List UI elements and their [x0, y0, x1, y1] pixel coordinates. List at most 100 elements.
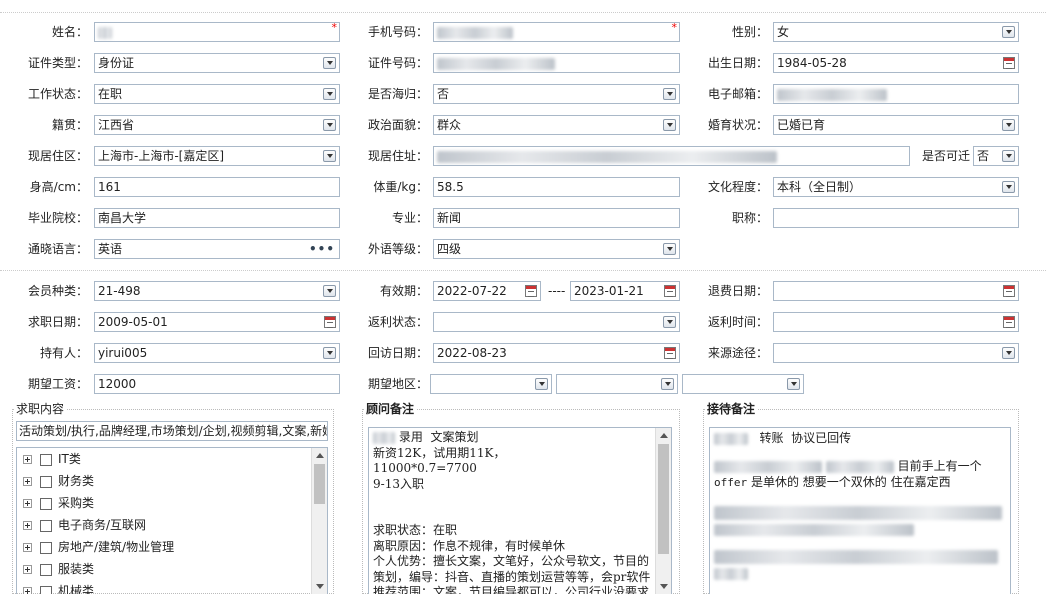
advisor-notes-scrollbar[interactable]	[655, 428, 671, 594]
birth-date-input[interactable]: 1984-05-28	[773, 53, 1019, 73]
relocate-select[interactable]: 否	[973, 146, 1019, 166]
language-input[interactable]: 英语 •••	[94, 239, 340, 259]
dropdown-arrow-icon[interactable]	[661, 378, 674, 390]
major-input[interactable]: 新闻	[433, 208, 680, 228]
tree-item[interactable]: 财务类	[23, 470, 94, 492]
checkbox[interactable]	[40, 541, 52, 554]
dropdown-arrow-icon[interactable]	[535, 378, 548, 390]
advisor-notes-textarea[interactable]: 录用 文案策划 新资12K，试用期11K， 11000*0.7=7700 9-13入职…	[368, 427, 672, 594]
salary-input[interactable]: 12000	[94, 374, 340, 394]
dropdown-arrow-icon[interactable]	[323, 285, 336, 297]
region-city-select[interactable]	[556, 374, 678, 394]
residence-area-label: 现居住区：	[27, 149, 88, 163]
tree-item[interactable]: 机械类	[23, 580, 94, 594]
tree-item[interactable]: 服装类	[23, 558, 94, 580]
more-options-icon[interactable]: •••	[309, 240, 335, 258]
gender-select[interactable]: 女	[773, 22, 1019, 42]
height-input[interactable]: 161	[94, 177, 340, 197]
reception-notes-textarea[interactable]: 转账 协议已回传 目前手上有一个 offer 是单休的 想要一个双休的 住在嘉定…	[709, 427, 1011, 594]
residence-area-select[interactable]: 上海市-上海市-[嘉定区]	[94, 146, 340, 166]
expand-icon[interactable]	[23, 455, 32, 464]
calendar-icon[interactable]	[1003, 285, 1015, 297]
calendar-icon[interactable]	[664, 285, 676, 297]
id-type-value: 身份证	[98, 56, 135, 70]
expand-icon[interactable]	[23, 565, 32, 574]
dropdown-arrow-icon[interactable]	[1002, 26, 1015, 38]
scroll-up-icon[interactable]	[316, 453, 324, 458]
expand-icon[interactable]	[23, 543, 32, 552]
scroll-up-icon[interactable]	[660, 433, 668, 438]
scroll-thumb[interactable]	[314, 464, 325, 504]
work-status-select[interactable]: 在职	[94, 84, 340, 104]
dropdown-arrow-icon[interactable]	[323, 88, 336, 100]
education-select[interactable]: 本科（全日制）	[773, 177, 1019, 197]
visit-date-input[interactable]: 2022-08-23	[433, 343, 680, 363]
calendar-icon[interactable]	[324, 316, 336, 328]
calendar-icon[interactable]	[1003, 316, 1015, 328]
checkbox[interactable]	[40, 563, 52, 576]
expand-icon[interactable]	[23, 477, 32, 486]
member-type-select[interactable]: 21-498	[94, 281, 340, 301]
source-select[interactable]	[773, 343, 1019, 363]
calendar-icon[interactable]	[525, 285, 537, 297]
id-number-input[interactable]	[433, 53, 680, 73]
dropdown-arrow-icon[interactable]	[663, 119, 676, 131]
lang-level-select[interactable]: 四级	[433, 239, 680, 259]
calendar-icon[interactable]	[664, 347, 676, 359]
address-input[interactable]	[433, 146, 910, 166]
validity-end-input[interactable]: 2023-01-21	[570, 281, 680, 301]
dropdown-arrow-icon[interactable]	[323, 150, 336, 162]
validity-start-input[interactable]: 2022-07-22	[433, 281, 541, 301]
refund-date-input[interactable]	[773, 281, 1019, 301]
scroll-down-icon[interactable]	[660, 584, 668, 589]
expand-icon[interactable]	[23, 587, 32, 594]
political-select[interactable]: 群众	[433, 115, 680, 135]
expand-icon[interactable]	[23, 499, 32, 508]
id-type-select[interactable]: 身份证	[94, 53, 340, 73]
checkbox[interactable]	[40, 519, 52, 532]
dropdown-arrow-icon[interactable]	[1002, 119, 1015, 131]
school-input[interactable]: 南昌大学	[94, 208, 340, 228]
email-input[interactable]	[773, 84, 1019, 104]
dropdown-arrow-icon[interactable]	[323, 347, 336, 359]
phone-input[interactable]: *	[433, 22, 680, 42]
dropdown-arrow-icon[interactable]	[1002, 150, 1015, 162]
dropdown-arrow-icon[interactable]	[323, 119, 336, 131]
region-province-select[interactable]	[430, 374, 552, 394]
scroll-down-icon[interactable]	[316, 584, 324, 589]
dropdown-arrow-icon[interactable]	[663, 88, 676, 100]
job-category-tree[interactable]: IT类 财务类 采购类 电子商务/互联网 房地产/建筑/物业管理 服装类 机械类	[16, 447, 328, 594]
dropdown-arrow-icon[interactable]	[323, 57, 336, 69]
rebate-time-input[interactable]	[773, 312, 1019, 332]
checkbox[interactable]	[40, 497, 52, 510]
tree-item[interactable]: 电子商务/互联网	[23, 514, 146, 536]
checkbox[interactable]	[40, 585, 52, 594]
tree-item[interactable]: IT类	[23, 448, 81, 470]
rebate-status-select[interactable]	[433, 312, 680, 332]
scroll-thumb[interactable]	[658, 444, 669, 554]
tree-item[interactable]: 采购类	[23, 492, 94, 514]
expand-icon[interactable]	[23, 521, 32, 530]
dropdown-arrow-icon[interactable]	[663, 243, 676, 255]
overseas-select[interactable]: 否	[433, 84, 680, 104]
tree-item[interactable]: 房地产/建筑/物业管理	[23, 536, 174, 558]
dropdown-arrow-icon[interactable]	[787, 378, 800, 390]
marital-select[interactable]: 已婚已育	[773, 115, 1019, 135]
dropdown-arrow-icon[interactable]	[1002, 181, 1015, 193]
dropdown-arrow-icon[interactable]	[1002, 347, 1015, 359]
job-title-input[interactable]	[773, 208, 1019, 228]
job-content-summary[interactable]: 活动策划/执行,品牌经理,市场策划/企划,视频剪辑,文案,新媒	[16, 421, 328, 441]
dropdown-arrow-icon[interactable]	[663, 316, 676, 328]
region-district-select[interactable]	[682, 374, 804, 394]
holder-select[interactable]: yirui005	[94, 343, 340, 363]
tree-scrollbar[interactable]	[311, 448, 327, 594]
calendar-icon[interactable]	[1003, 57, 1015, 69]
checkbox[interactable]	[40, 453, 52, 466]
native-place-select[interactable]: 江西省	[94, 115, 340, 135]
rebate-time-label: 返利时间：	[707, 315, 768, 329]
weight-input[interactable]: 58.5	[433, 177, 680, 197]
name-input[interactable]: *	[94, 22, 340, 42]
redacted-name	[373, 431, 395, 444]
checkbox[interactable]	[40, 475, 52, 488]
job-date-input[interactable]: 2009-05-01	[94, 312, 340, 332]
